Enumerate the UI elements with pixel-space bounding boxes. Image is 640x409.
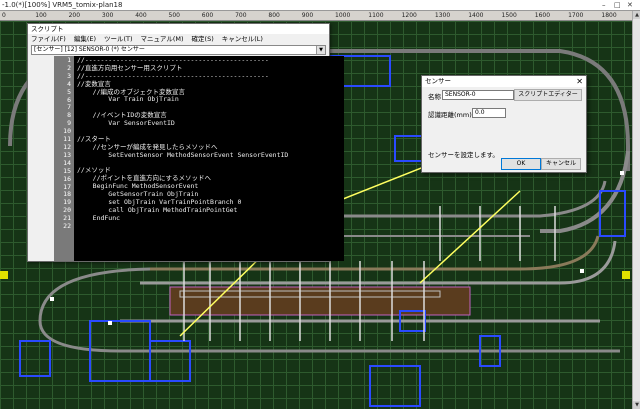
object-selector-value: [センサー] [12] SENSOR-0 (*) センサー [34,46,145,53]
ok-button[interactable]: OK [501,158,541,170]
ruler-tick: 900 [301,12,314,19]
script-window: スクリプト ファイル(F) 編集(E) ツール(T) マニュアル(M) 確定(S… [27,23,344,262]
code-line: EndFunc [77,213,121,222]
close-icon[interactable]: ✕ [627,0,633,10]
script-window-title: スクリプト [28,24,329,34]
code-line: Var Train ObjTrain [77,95,179,104]
sensor-dialog-title: センサー ✕ [422,76,586,87]
script-editor-button[interactable]: スクリプトエディター [514,89,582,101]
app-title: -1.0(*)[100%] VRM5_tomix-plan18 [2,1,123,9]
ruler-tick: 1500 [501,12,517,19]
marker [0,271,8,279]
ruler-tick: 200 [68,12,81,19]
ruler-tick: 400 [135,12,147,19]
ruler-tick: 700 [235,12,247,19]
script-menu-bar: ファイル(F) 編集(E) ツール(T) マニュアル(M) 確定(S) キャンセ… [28,34,329,44]
building [369,365,421,407]
close-icon[interactable]: ✕ [576,76,583,87]
maximize-icon[interactable]: □ [614,0,621,10]
menu-confirm[interactable]: 確定(S) [192,34,214,44]
ruler-tick: 1200 [401,12,417,19]
code-line: SetEventSensor MethodSensorEvent SensorE… [77,150,289,159]
ruler-tick: 1000 [335,12,351,19]
horizontal-ruler: 0 100 200 300 400 500 600 700 800 900 1000 1100 1200… [0,11,632,21]
ruler-tick: 100 [35,12,47,19]
ruler-tick: 1800 [601,12,617,19]
code-line: //--------------------------------------… [77,71,269,80]
line-number-gutter: 1 2 3 4 5 6 7 8 9 10 11 12 13 14 15 16 17 18 19 20 21 22 [54,56,74,261]
marker [622,271,630,279]
script-editor[interactable]: 1 2 3 4 5 6 7 8 9 10 11 12 13 14 15 16 17 18 19 20 21 22 //--… [54,56,344,261]
ruler-tick: 600 [201,12,214,19]
distance-field[interactable]: 0.0 [472,108,506,118]
menu-tools[interactable]: ツール(T) [104,34,133,44]
object-selector[interactable]: [センサー] [12] SENSOR-0 (*) センサー ▼ [31,45,326,55]
sensor-dialog-title-text: センサー [425,77,451,85]
building [19,340,51,377]
menu-file[interactable]: ファイル(F) [31,34,66,44]
name-label: 名称 [428,93,441,101]
ruler-tick: 300 [101,12,114,19]
name-field[interactable]: SENSOR-0 [442,90,514,100]
ruler-tick: 0 [2,12,6,19]
ruler-tick: 1100 [368,12,384,19]
ruler-tick: 1600 [534,12,551,19]
building [149,340,191,382]
scroll-up-icon[interactable]: ▲ [633,11,640,19]
line-number: 22 [63,222,71,231]
chevron-down-icon[interactable]: ▼ [316,46,325,54]
scroll-down-icon[interactable]: ▼ [633,401,640,409]
menu-edit[interactable]: 編集(E) [74,34,96,44]
sensor-dialog: センサー ✕ 名称 SENSOR-0 スクリプトエディター 認識距離(mm) 0… [421,75,587,173]
ruler-tick: 500 [168,12,180,19]
ruler-tick: 1400 [468,12,484,19]
app-title-bar: -1.0(*)[100%] VRM5_tomix-plan18 – □ ✕ [0,0,640,11]
menu-manual[interactable]: マニュアル(M) [141,34,184,44]
menu-cancel[interactable]: キャンセル(L) [222,34,263,44]
ruler-tick: 1300 [434,12,451,19]
ruler-tick: 1700 [568,12,584,19]
ruler-tick: 800 [268,12,280,19]
siding-track [330,180,607,218]
vertical-scrollbar[interactable]: ▲ ▼ [632,11,640,409]
code-area[interactable]: //--------------------------------------… [74,56,344,261]
distance-label: 認識距離(mm) [428,111,472,119]
minimize-icon[interactable]: – [602,0,606,10]
cancel-button[interactable]: キャンセル [541,158,581,170]
status-text: センサーを設定します。 [428,151,499,159]
code-line: Var SensorEventID [77,119,175,128]
